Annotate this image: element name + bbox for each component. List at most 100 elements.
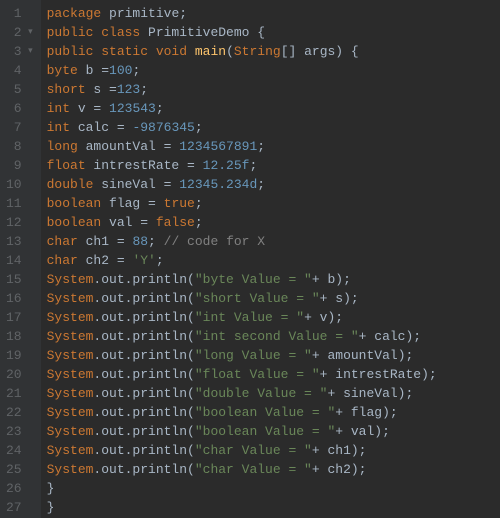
code-line[interactable]: byte b =100; bbox=[47, 61, 437, 80]
token-txt: .out.println( bbox=[93, 386, 194, 401]
token-sysr: System bbox=[47, 367, 94, 382]
token-num: 123543 bbox=[109, 101, 156, 116]
token-sysr: System bbox=[47, 424, 94, 439]
code-line[interactable]: System.out.println("float Value = "+ int… bbox=[47, 365, 437, 384]
token-kw: float bbox=[47, 158, 94, 173]
token-str: "float Value = " bbox=[195, 367, 320, 382]
line-number: 1 bbox=[6, 4, 33, 23]
token-num: -9876345 bbox=[132, 120, 194, 135]
code-line[interactable]: int calc = -9876345; bbox=[47, 118, 437, 137]
line-number: 24 bbox=[6, 441, 33, 460]
token-txt: } bbox=[47, 500, 55, 515]
code-line[interactable]: int v = 123543; bbox=[47, 99, 437, 118]
code-line[interactable]: System.out.println("char Value = "+ ch2)… bbox=[47, 460, 437, 479]
line-number: 11 bbox=[6, 194, 33, 213]
line-number: 20 bbox=[6, 365, 33, 384]
token-str: "short Value = " bbox=[195, 291, 320, 306]
token-txt: v = bbox=[78, 101, 109, 116]
code-line[interactable]: long amountVal = 1234567891; bbox=[47, 137, 437, 156]
token-txt: ; bbox=[156, 253, 164, 268]
token-kw: package bbox=[47, 6, 109, 21]
token-txt: val = bbox=[109, 215, 156, 230]
code-line[interactable]: System.out.println("boolean Value = "+ v… bbox=[47, 422, 437, 441]
code-line[interactable]: System.out.println("int second Value = "… bbox=[47, 327, 437, 346]
token-sysr: System bbox=[47, 310, 94, 325]
token-txt: ; bbox=[195, 120, 203, 135]
token-txt: } bbox=[47, 481, 55, 496]
code-line[interactable]: System.out.println("double Value = "+ si… bbox=[47, 384, 437, 403]
code-line[interactable]: System.out.println("long Value = "+ amou… bbox=[47, 346, 437, 365]
token-sysr: System bbox=[47, 329, 94, 344]
fold-icon[interactable]: ▾ bbox=[25, 42, 33, 61]
code-line[interactable]: boolean flag = true; bbox=[47, 194, 437, 213]
token-txt: calc = bbox=[78, 120, 133, 135]
token-kw: short bbox=[47, 82, 94, 97]
token-txt: ; bbox=[195, 196, 203, 211]
token-txt: + v); bbox=[304, 310, 343, 325]
token-sysr: System bbox=[47, 291, 94, 306]
code-line[interactable]: boolean val = false; bbox=[47, 213, 437, 232]
code-line[interactable]: char ch1 = 88; // code for X bbox=[47, 232, 437, 251]
token-fn: main bbox=[195, 44, 226, 59]
token-sysr: System bbox=[47, 386, 94, 401]
code-line[interactable]: } bbox=[47, 498, 437, 517]
code-line[interactable]: System.out.println("byte Value = "+ b); bbox=[47, 270, 437, 289]
token-str: "boolean Value = " bbox=[195, 424, 335, 439]
token-txt: .out.println( bbox=[93, 424, 194, 439]
code-line[interactable]: public static void main(String[] args) { bbox=[47, 42, 437, 61]
code-line[interactable]: double sineVal = 12345.234d; bbox=[47, 175, 437, 194]
token-kw: boolean bbox=[47, 196, 109, 211]
token-str: "int Value = " bbox=[195, 310, 304, 325]
token-txt: + s); bbox=[320, 291, 359, 306]
token-strType: String bbox=[234, 44, 281, 59]
line-number: 2▾ bbox=[6, 23, 33, 42]
token-txt: + amountVal); bbox=[312, 348, 413, 363]
token-txt: + intrestRate); bbox=[320, 367, 437, 382]
token-txt: ; bbox=[257, 177, 265, 192]
line-number: 26 bbox=[6, 479, 33, 498]
code-line[interactable]: char ch2 = 'Y'; bbox=[47, 251, 437, 270]
token-txt: ; bbox=[249, 158, 257, 173]
token-num: 123 bbox=[117, 82, 140, 97]
token-sysr: System bbox=[47, 348, 94, 363]
code-line[interactable]: public class PrimitiveDemo { bbox=[47, 23, 437, 42]
token-str: "char Value = " bbox=[195, 462, 312, 477]
token-com: // code for X bbox=[164, 234, 265, 249]
token-num: 88 bbox=[132, 234, 148, 249]
token-txt: ; bbox=[140, 82, 148, 97]
code-line[interactable]: float intrestRate = 12.25f; bbox=[47, 156, 437, 175]
line-number: 21 bbox=[6, 384, 33, 403]
code-line[interactable]: System.out.println("boolean Value = "+ f… bbox=[47, 403, 437, 422]
token-txt: .out.println( bbox=[93, 348, 194, 363]
fold-icon[interactable]: ▾ bbox=[25, 23, 33, 42]
token-txt: + val); bbox=[335, 424, 390, 439]
token-txt: intrestRate = bbox=[93, 158, 202, 173]
code-area[interactable]: package primitive;public class Primitive… bbox=[41, 0, 437, 518]
code-line[interactable]: package primitive; bbox=[47, 4, 437, 23]
token-txt: ; bbox=[148, 234, 164, 249]
token-str: "int second Value = " bbox=[195, 329, 359, 344]
line-number: 6 bbox=[6, 99, 33, 118]
token-sysr: System bbox=[47, 272, 94, 287]
code-line[interactable]: short s =123; bbox=[47, 80, 437, 99]
code-line[interactable]: } bbox=[47, 479, 437, 498]
line-number: 18 bbox=[6, 327, 33, 346]
line-number: 17 bbox=[6, 308, 33, 327]
code-line[interactable]: System.out.println("short Value = "+ s); bbox=[47, 289, 437, 308]
token-kw: boolean bbox=[47, 215, 109, 230]
code-editor[interactable]: 12▾3▾45678910111213141516171819202122232… bbox=[0, 0, 500, 518]
token-txt: .out.println( bbox=[93, 405, 194, 420]
token-txt: + flag); bbox=[335, 405, 397, 420]
token-str: "byte Value = " bbox=[195, 272, 312, 287]
line-number: 16 bbox=[6, 289, 33, 308]
code-line[interactable]: System.out.println("int Value = "+ v); bbox=[47, 308, 437, 327]
token-sysr: System bbox=[47, 405, 94, 420]
token-txt: .out.println( bbox=[93, 310, 194, 325]
line-number: 12 bbox=[6, 213, 33, 232]
code-line[interactable]: System.out.println("char Value = "+ ch1)… bbox=[47, 441, 437, 460]
token-num: 100 bbox=[109, 63, 132, 78]
line-number: 5 bbox=[6, 80, 33, 99]
line-number: 23 bbox=[6, 422, 33, 441]
token-num: 12345.234d bbox=[179, 177, 257, 192]
line-number: 15 bbox=[6, 270, 33, 289]
